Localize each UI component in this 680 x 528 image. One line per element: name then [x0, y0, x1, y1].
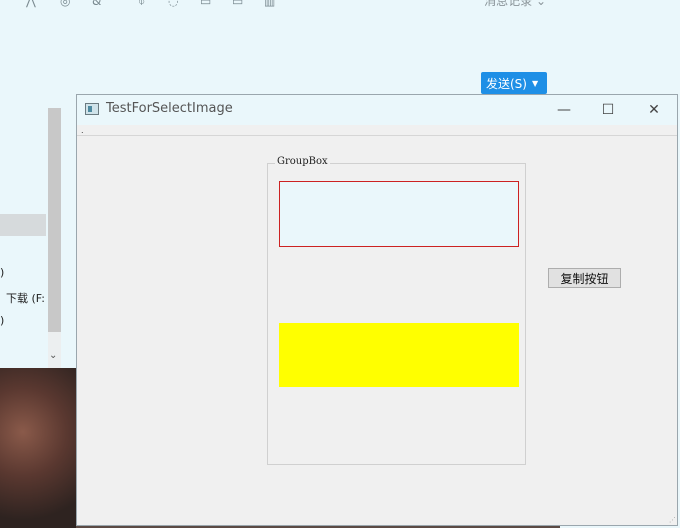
scrollbar-thumb[interactable]: [48, 108, 61, 332]
maximize-button[interactable]: ☐: [585, 95, 631, 125]
message-log-link[interactable]: 消息记录 ⌄: [484, 0, 546, 9]
scrollbar[interactable]: ⌄: [48, 108, 61, 368]
chat-toolbar: ⋀ ◎ & ⌽ ◌ ▭ ▭ ▥: [0, 0, 560, 8]
list-item[interactable]: ): [0, 314, 4, 327]
grid-icon[interactable]: ▥: [264, 0, 275, 8]
group-box-title: GroupBox: [275, 156, 330, 167]
resize-grip-icon[interactable]: ⋰: [669, 516, 676, 524]
close-icon: ✕: [648, 102, 660, 118]
background-chat-window: ⋀ ◎ & ⌽ ◌ ▭ ▭ ▥ 消息记录 ⌄ 发送(S) ▼: [0, 0, 561, 108]
send-dropdown-icon[interactable]: ▼: [532, 79, 538, 88]
list-item[interactable]: 下载 (F:: [6, 290, 45, 306]
desktop-wallpaper: [0, 368, 76, 528]
send-button-label: 发送(S): [486, 76, 527, 91]
scissors-icon[interactable]: ⋀: [26, 0, 36, 8]
group-box: GroupBox: [267, 156, 526, 465]
clock-icon[interactable]: ◌: [168, 0, 178, 8]
emoji-icon[interactable]: ◎: [60, 0, 70, 8]
copy-button-label: 复制按钮: [560, 271, 609, 286]
test-window: TestForSelectImage — ☐ ✕ . GroupBox 复制按钮…: [76, 94, 678, 526]
list-item[interactable]: ): [0, 266, 4, 279]
window-title: TestForSelectImage: [106, 101, 233, 116]
menu-bar[interactable]: .: [77, 125, 677, 136]
chevron-down-icon[interactable]: ⌄: [49, 350, 57, 361]
copy-button[interactable]: 复制按钮: [548, 268, 621, 288]
image-icon[interactable]: ▭: [200, 0, 211, 8]
mic-icon[interactable]: ⌽: [138, 0, 145, 9]
background-left-list: ) 下载 (F: ) ⌄: [0, 108, 76, 368]
minimize-icon: —: [557, 102, 571, 118]
cut-icon[interactable]: &: [92, 0, 101, 8]
close-button[interactable]: ✕: [631, 95, 677, 125]
minimize-button[interactable]: —: [541, 95, 587, 125]
red-bordered-frame: [279, 181, 519, 247]
folder-icon[interactable]: ▭: [232, 0, 243, 8]
yellow-frame: [279, 323, 519, 387]
menu-bar-text: .: [81, 126, 84, 135]
maximize-icon: ☐: [601, 102, 615, 118]
send-button[interactable]: 发送(S) ▼: [481, 72, 547, 94]
selected-list-item[interactable]: [0, 214, 46, 236]
app-icon: [85, 103, 99, 115]
title-bar[interactable]: TestForSelectImage — ☐ ✕: [77, 95, 677, 125]
